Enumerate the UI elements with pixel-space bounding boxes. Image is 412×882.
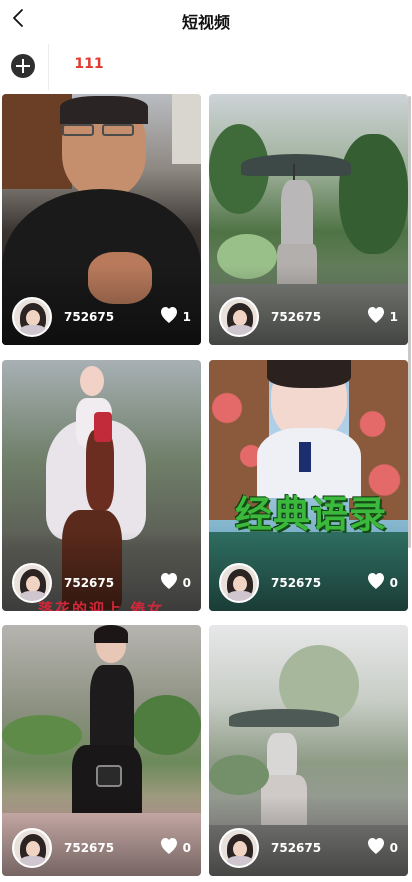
top-bar: 短视频 [0,0,412,40]
video-card[interactable]: 752675 1 [209,94,408,345]
video-card[interactable]: 752675 0 [209,625,408,876]
avatar[interactable] [219,828,259,868]
avatar[interactable] [219,563,259,603]
avatar[interactable] [219,297,259,337]
like-count: 1 [389,310,398,324]
like-count: 0 [389,841,398,855]
heart-icon[interactable] [366,837,386,855]
video-card[interactable]: 经典语录 752675 0 [209,360,408,611]
page-title: 短视频 [181,13,230,32]
heart-icon[interactable] [159,837,179,855]
video-card[interactable]: 752675 1 [2,94,201,345]
username: 752675 [64,310,115,324]
avatar[interactable] [12,828,52,868]
video-caption-overlay: 经典语录 [235,493,387,536]
username: 752675 [271,576,322,590]
like-count: 1 [182,310,191,324]
heart-icon[interactable] [366,572,386,590]
tab-divider [48,44,49,90]
avatar[interactable] [12,563,52,603]
video-grid: 752675 1 752675 1 落花的迎上 傣女 752675 0 经典语录… [0,92,412,882]
tab-111[interactable]: 111 [60,56,118,72]
like-count: 0 [182,841,191,855]
scrollbar[interactable] [408,96,411,548]
username: 752675 [64,576,115,590]
avatar[interactable] [12,297,52,337]
video-caption-overlay: 落花的迎上 傣女 [38,600,165,611]
username: 752675 [271,310,322,324]
video-card[interactable]: 落花的迎上 傣女 752675 0 [2,360,201,611]
video-card[interactable]: 752675 0 [2,625,201,876]
username: 752675 [271,841,322,855]
plus-circle-icon[interactable] [11,54,35,78]
heart-icon[interactable] [159,306,179,324]
heart-icon[interactable] [159,572,179,590]
like-count: 0 [182,576,191,590]
like-count: 0 [389,576,398,590]
heart-icon[interactable] [366,306,386,324]
username: 752675 [64,841,115,855]
